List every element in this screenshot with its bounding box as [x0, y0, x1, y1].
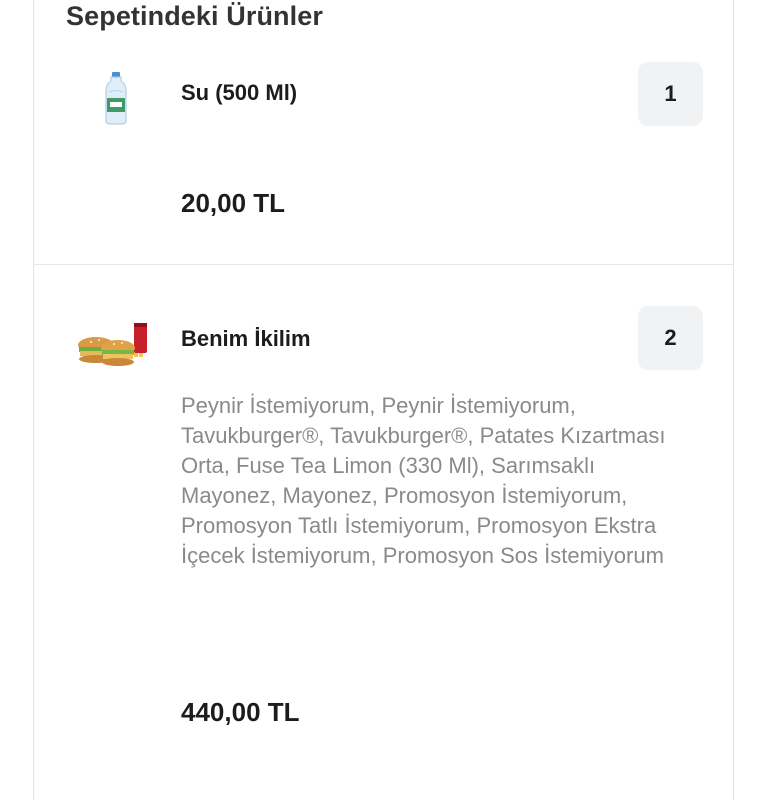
item-name: Benim İkilim [181, 326, 311, 351]
item-price: 440,00 TL [181, 697, 300, 727]
item-price: 20,00 TL [181, 188, 286, 218]
quantity-badge[interactable]: 2 [638, 306, 703, 370]
item-description: Peynir İstemiyorum, Peynir İstemiyorum, … [181, 393, 666, 568]
cart-item[interactable]: Benim İkilim 2 Peynir İstemiyorum, Peyni… [34, 264, 733, 785]
cart-item[interactable]: Su (500 Ml) 1 20,00 TL [34, 0, 733, 264]
quantity-badge[interactable]: 1 [638, 62, 703, 126]
item-name: Su (500 Ml) [181, 80, 298, 105]
burger-menu-icon [78, 323, 147, 366]
water-bottle-icon [105, 72, 127, 125]
cart-card: Sepetindeki Ürünler Su (500 Ml) 1 20,00 … [33, 0, 734, 800]
